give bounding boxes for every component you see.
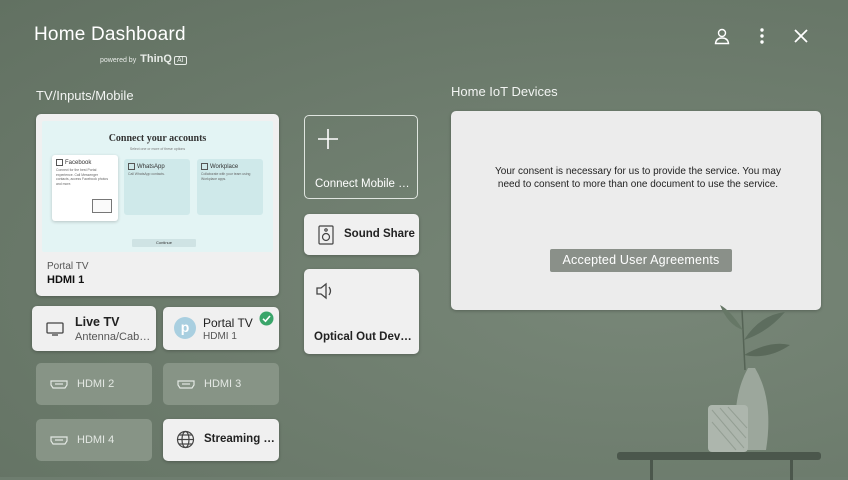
brand-logo: ThinQ bbox=[140, 53, 172, 65]
checkbox-icon bbox=[128, 163, 135, 170]
table-leg bbox=[790, 460, 793, 480]
account-name: Workplace bbox=[210, 163, 239, 170]
input-label: HDMI 3 bbox=[204, 378, 242, 390]
brand-badge: AI bbox=[173, 56, 187, 65]
account-option-facebook: Facebook Connect for the best Portal exp… bbox=[52, 155, 118, 221]
home-iot-heading: Home IoT Devices bbox=[451, 84, 558, 99]
preview-source: Portal TV bbox=[47, 261, 89, 272]
screen-continue-button: Continue bbox=[132, 239, 196, 247]
input-hdmi-4[interactable]: HDMI 4 bbox=[36, 419, 152, 461]
more-vertical-icon[interactable] bbox=[749, 23, 775, 49]
portal-avatar-icon: p bbox=[174, 317, 196, 339]
connected-check-icon bbox=[259, 311, 274, 326]
input-label: Portal TV bbox=[203, 316, 253, 330]
device-illustration-icon bbox=[92, 199, 112, 213]
hdmi-icon bbox=[50, 380, 68, 389]
current-input-preview[interactable]: Connect your accounts Select one or more… bbox=[36, 114, 279, 296]
checkbox-icon bbox=[56, 159, 63, 166]
account-option-whatsapp: WhatsApp Call WhatsApp contacts. bbox=[124, 159, 190, 215]
powered-by: powered by ThinQ AI bbox=[100, 53, 187, 65]
tile-label: Sound Share bbox=[344, 228, 415, 240]
screen-subtitle: Select one or more of these options bbox=[129, 147, 186, 151]
tile-label: Optical Out Dev… bbox=[314, 331, 412, 343]
plant-vase-decoration bbox=[708, 305, 790, 452]
page-title: Home Dashboard bbox=[34, 24, 186, 45]
connect-mobile-tile[interactable]: Connect Mobile … bbox=[304, 115, 418, 199]
globe-icon bbox=[176, 430, 195, 449]
iot-consent-panel: Your consent is necessary for us to prov… bbox=[451, 111, 821, 310]
hdmi-icon bbox=[177, 380, 195, 389]
plus-icon bbox=[318, 129, 338, 149]
input-streaming[interactable]: Streaming … bbox=[163, 419, 279, 461]
account-desc: Collaborate with your team using Workpla… bbox=[201, 172, 251, 181]
checkbox-icon bbox=[201, 163, 208, 170]
powered-by-text: powered by bbox=[100, 57, 137, 64]
account-name: WhatsApp bbox=[137, 163, 165, 170]
tile-label: Connect Mobile … bbox=[315, 178, 410, 190]
table-leg bbox=[650, 460, 653, 480]
tv-inputs-mobile-heading: TV/Inputs/Mobile bbox=[36, 88, 134, 103]
preview-screen: Connect your accounts Select one or more… bbox=[42, 121, 273, 252]
account-option-workplace: Workplace Collaborate with your team usi… bbox=[197, 159, 263, 215]
account-desc: Call WhatsApp contacts. bbox=[128, 172, 165, 176]
speaker-icon bbox=[318, 225, 334, 245]
sound-share-tile[interactable]: Sound Share bbox=[304, 214, 419, 255]
preview-input: HDMI 1 bbox=[47, 274, 85, 286]
input-sub: Antenna/Cab… bbox=[75, 331, 151, 343]
input-hdmi-2[interactable]: HDMI 2 bbox=[36, 363, 152, 405]
optical-out-tile[interactable]: Optical Out Dev… bbox=[304, 269, 419, 354]
consent-text: Your consent is necessary for us to prov… bbox=[495, 166, 781, 190]
input-hdmi-3[interactable]: HDMI 3 bbox=[163, 363, 279, 405]
screen-title: Connect your accounts bbox=[108, 133, 207, 144]
input-label: HDMI 4 bbox=[77, 434, 115, 446]
tv-icon bbox=[46, 322, 64, 336]
user-icon[interactable] bbox=[709, 23, 735, 49]
input-label: HDMI 2 bbox=[77, 378, 115, 390]
input-sub: HDMI 1 bbox=[203, 331, 237, 342]
close-icon[interactable] bbox=[788, 23, 814, 49]
account-desc: Connect for the best Portal experience. … bbox=[56, 168, 109, 186]
input-label: Streaming … bbox=[204, 433, 275, 445]
input-label: Live TV bbox=[75, 315, 120, 329]
hdmi-icon bbox=[50, 436, 68, 445]
accepted-user-agreements-button[interactable]: Accepted User Agreements bbox=[550, 249, 732, 272]
input-portal-tv[interactable]: p Portal TV HDMI 1 bbox=[163, 307, 279, 350]
volume-icon bbox=[316, 282, 332, 300]
input-live-tv[interactable]: Live TV Antenna/Cab… bbox=[32, 306, 156, 351]
account-name: Facebook bbox=[65, 159, 92, 166]
